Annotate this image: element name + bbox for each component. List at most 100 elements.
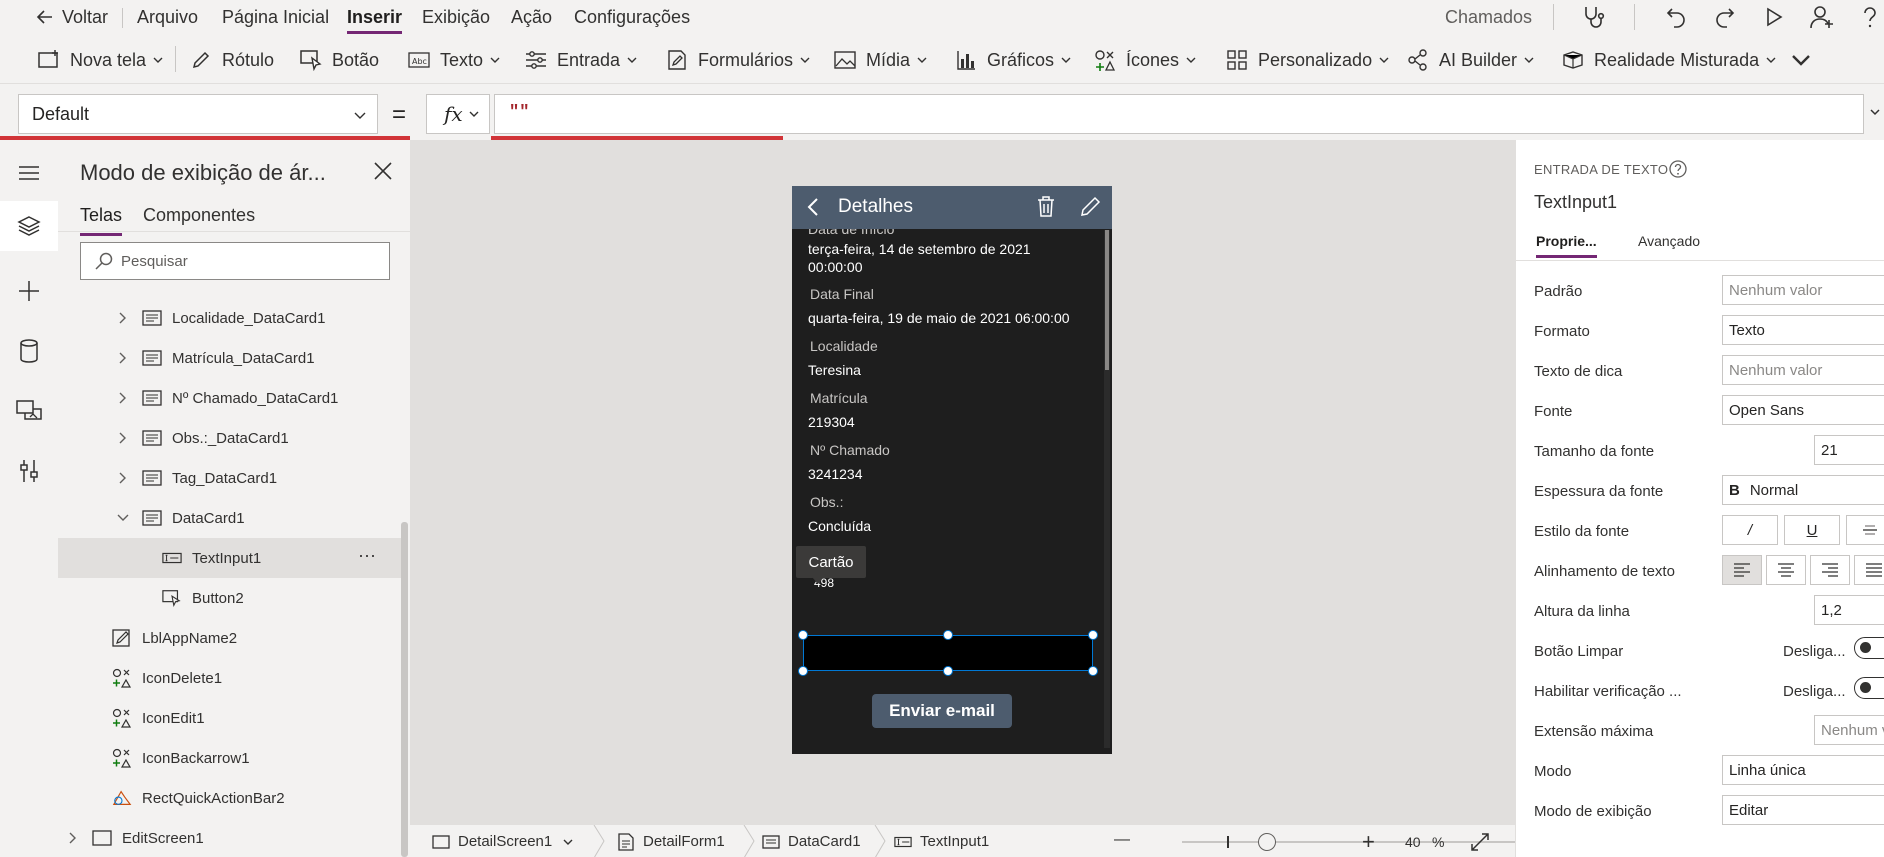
tree-node-editscreen1[interactable]: EditScreen1 <box>66 818 204 857</box>
prop-altura-linha-input[interactable]: 1,2 <box>1814 595 1884 625</box>
help-icon[interactable] <box>1856 3 1884 31</box>
media-icon[interactable] <box>0 386 58 436</box>
input-button[interactable]: Entrada <box>525 47 638 73</box>
tree-node-iconedit1[interactable]: IconEdit1 <box>112 698 205 738</box>
underline-toggle[interactable]: U <box>1784 515 1840 545</box>
align-left-toggle[interactable] <box>1722 555 1762 585</box>
close-panel-button[interactable] <box>372 160 396 184</box>
more-options-icon[interactable]: ··· <box>358 545 376 566</box>
tree-node-button2[interactable]: Button2 <box>162 578 244 618</box>
tree-view-icon[interactable] <box>0 201 58 251</box>
tree-node-icondelete1[interactable]: IconDelete1 <box>112 658 222 698</box>
custom-button[interactable]: Personalizado <box>1226 47 1390 73</box>
prop-extensao-maxima-input[interactable]: Nenhum v <box>1814 715 1884 745</box>
align-center-toggle[interactable] <box>1766 555 1806 585</box>
tree-node-datacard1[interactable]: DataCard1 <box>116 498 245 538</box>
back-arrow-icon[interactable] <box>804 196 824 218</box>
ribbon-more-button[interactable] <box>1790 47 1812 73</box>
tree-node-lblappname2[interactable]: LblAppName2 <box>112 618 237 658</box>
formula-expand-button[interactable] <box>1869 101 1881 123</box>
strikethrough-toggle[interactable] <box>1846 515 1884 545</box>
info-help-icon[interactable] <box>1668 159 1688 179</box>
crumb-datacard1[interactable]: DataCard1 <box>762 833 861 850</box>
menu-acao[interactable]: Ação <box>511 7 552 28</box>
button-button[interactable]: Botão <box>300 47 379 73</box>
menu-inserir[interactable]: Inserir <box>347 7 403 34</box>
prop-fonte-dropdown[interactable]: Open Sans <box>1722 395 1884 425</box>
text-box-icon: Abc <box>408 49 430 71</box>
menu-arquivo[interactable]: Arquivo <box>137 7 198 28</box>
menu-exibicao[interactable]: Exibição <box>422 7 490 28</box>
tab-propriedades[interactable]: Proprie... <box>1536 233 1597 258</box>
resize-handle[interactable] <box>1088 666 1098 676</box>
forms-button[interactable]: Formulários <box>666 47 811 73</box>
italic-toggle[interactable]: / <box>1722 515 1778 545</box>
prop-tamanho-fonte-input[interactable]: 21 <box>1814 435 1884 465</box>
data-database-icon[interactable] <box>0 326 58 376</box>
play-icon[interactable] <box>1760 3 1788 31</box>
advanced-tools-icon[interactable] <box>0 446 58 496</box>
tree-node-tag-datacard1[interactable]: Tag_DataCard1 <box>116 458 277 498</box>
redo-icon[interactable] <box>1711 3 1739 31</box>
resize-handle[interactable] <box>943 666 953 676</box>
edit-pencil-icon[interactable] <box>1079 196 1101 218</box>
formula-input[interactable]: "" <box>494 94 1864 134</box>
trash-icon[interactable] <box>1037 196 1055 218</box>
label-button[interactable]: Rótulo <box>190 47 274 73</box>
media-button[interactable]: Mídia <box>834 47 928 73</box>
resize-handle[interactable] <box>943 630 953 640</box>
tab-avancado[interactable]: Avançado <box>1638 233 1700 249</box>
tree-node-obs-datacard1[interactable]: Obs.:_DataCard1 <box>116 418 289 458</box>
text-button[interactable]: Abc Texto <box>408 47 501 73</box>
tree-node-textinput1[interactable]: TextInput1 <box>162 538 261 578</box>
zoom-slider-thumb[interactable] <box>1258 833 1276 851</box>
resize-handle[interactable] <box>798 630 808 640</box>
tree-node-matricula-datacard1[interactable]: Matrícula_DataCard1 <box>116 338 315 378</box>
botao-limpar-toggle[interactable] <box>1854 637 1884 659</box>
search-input[interactable]: Pesquisar <box>80 242 390 280</box>
crumb-textinput1[interactable]: TextInput1 <box>894 833 989 850</box>
prop-espessura-fonte-dropdown[interactable]: B Normal <box>1722 475 1884 505</box>
tree-node-localidade-datacard1[interactable]: Localidade_DataCard1 <box>116 298 325 338</box>
fit-to-window-icon[interactable] <box>1470 832 1490 852</box>
prop-texto-dica-input[interactable]: Nenhum valor <box>1722 355 1884 385</box>
prop-modo-dropdown[interactable]: Linha única <box>1722 755 1884 785</box>
phone-preview-screen[interactable]: Detalhes Data de Início terça-feira, 14 … <box>792 186 1112 754</box>
verificacao-toggle[interactable] <box>1854 677 1884 699</box>
align-right-toggle[interactable] <box>1810 555 1850 585</box>
prop-modo-exibicao-dropdown[interactable]: Editar <box>1722 795 1884 825</box>
insert-plus-icon[interactable] <box>0 266 58 316</box>
tab-componentes[interactable]: Componentes <box>143 205 255 226</box>
mixed-reality-button[interactable]: Realidade Misturada <box>1562 47 1777 73</box>
tree-node-rectquickactionbar2[interactable]: RectQuickActionBar2 <box>112 778 285 818</box>
tree-node-chamado-datacard1[interactable]: Nº Chamado_DataCard1 <box>116 378 338 418</box>
icons-button[interactable]: Ícones <box>1094 47 1197 73</box>
back-button[interactable]: Voltar <box>36 7 108 28</box>
crumb-detailform1[interactable]: DetailForm1 <box>617 832 725 851</box>
menu-pagina-inicial[interactable]: Página Inicial <box>222 7 329 28</box>
tree-node-iconbackarrow1[interactable]: IconBackarrow1 <box>112 738 250 778</box>
new-screen-button[interactable]: Nova tela <box>38 47 164 73</box>
prop-padrao-input[interactable]: Nenhum valor <box>1722 275 1884 305</box>
send-email-button[interactable]: Enviar e-mail <box>872 694 1012 728</box>
stethoscope-icon[interactable] <box>1579 3 1607 31</box>
share-user-icon[interactable] <box>1808 3 1836 31</box>
prop-formato-dropdown[interactable]: Texto <box>1722 315 1884 345</box>
hamburger-icon[interactable] <box>0 148 58 198</box>
resize-handle[interactable] <box>1088 630 1098 640</box>
crumb-detailscreen1[interactable]: DetailScreen1 <box>432 833 574 850</box>
resize-handle[interactable] <box>798 666 808 676</box>
menu-configuracoes[interactable]: Configurações <box>574 7 690 28</box>
tab-telas[interactable]: Telas <box>80 205 123 236</box>
equals-sign: = <box>392 101 407 128</box>
undo-icon[interactable] <box>1662 3 1690 31</box>
zoom-out-button[interactable]: — <box>1114 831 1130 849</box>
phone-scroll-thumb[interactable] <box>1105 230 1109 370</box>
charts-button[interactable]: Gráficos <box>955 47 1072 73</box>
align-justify-toggle[interactable] <box>1854 555 1884 585</box>
tree-scrollbar[interactable] <box>401 522 408 857</box>
property-dropdown[interactable]: Default <box>18 94 378 134</box>
fx-button[interactable]: fx <box>426 94 490 134</box>
zoom-in-button[interactable]: + <box>1362 829 1375 855</box>
ai-builder-button[interactable]: AI Builder <box>1407 47 1535 73</box>
